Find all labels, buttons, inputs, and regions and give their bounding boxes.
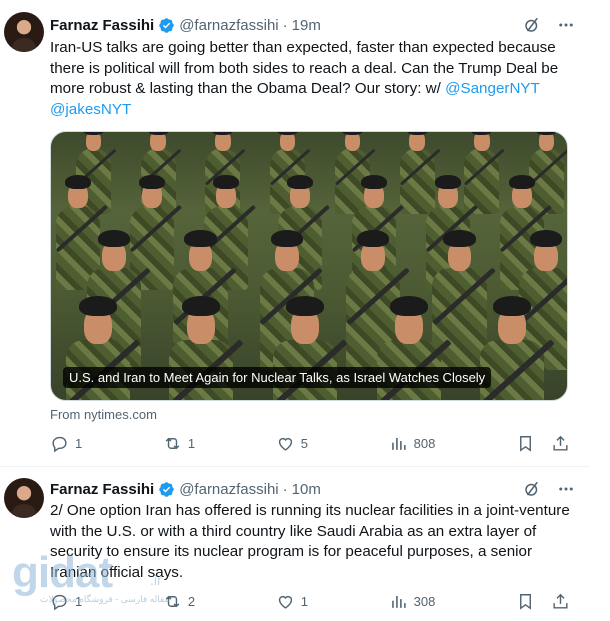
- action-bar: 1 1 5 808: [50, 434, 570, 453]
- action-bar-right: [516, 434, 570, 453]
- like-button[interactable]: 1: [276, 592, 308, 611]
- separator-dot: ·: [282, 480, 288, 498]
- tweet-1[interactable]: Farnaz Fassihi @farnazfassihi · 19m Iran…: [0, 0, 590, 460]
- soldier-beret: [212, 174, 240, 189]
- tweet-2[interactable]: Farnaz Fassihi @farnazfassihi · 10m 2/ O…: [0, 466, 590, 621]
- bookmark-button[interactable]: [516, 592, 535, 611]
- views-icon: [391, 437, 406, 450]
- verified-badge-icon: [159, 481, 174, 497]
- grok-icon[interactable]: [522, 15, 542, 35]
- author-handle[interactable]: @farnazfassihi: [179, 17, 278, 34]
- reply-icon: [52, 436, 67, 453]
- timestamp[interactable]: 10m: [292, 481, 321, 498]
- views-count: 308: [413, 594, 436, 609]
- verified-badge-icon: [159, 17, 174, 33]
- soldier-beret: [138, 174, 166, 189]
- soldier-beret: [286, 296, 324, 316]
- link-card-image[interactable]: U.S. and Iran to Meet Again for Nuclear …: [50, 131, 568, 401]
- separator-dot: ·: [282, 16, 288, 34]
- action-bar: 1 2 1 308: [50, 592, 570, 611]
- bookmark-icon: [520, 594, 531, 610]
- tweet-top-icons: [522, 479, 576, 499]
- retweet-count: 1: [187, 436, 196, 451]
- author-name[interactable]: Farnaz Fassihi: [50, 481, 154, 498]
- author-name[interactable]: Farnaz Fassihi: [50, 17, 154, 34]
- views-button[interactable]: 808: [389, 434, 436, 453]
- avatar[interactable]: [4, 478, 44, 518]
- reply-icon: [52, 594, 67, 611]
- views-count: 808: [413, 436, 436, 451]
- retweet-icon: [165, 595, 180, 608]
- grok-icon[interactable]: [522, 479, 542, 499]
- soldier-beret: [270, 230, 303, 248]
- retweet-button[interactable]: 2: [163, 592, 195, 611]
- tweet-header: Farnaz Fassihi @farnazfassihi · 10m: [50, 479, 321, 499]
- like-count: 5: [300, 436, 308, 451]
- timestamp[interactable]: 19m: [292, 17, 321, 34]
- soldier-beret: [78, 296, 117, 316]
- retweet-count: 2: [187, 594, 196, 609]
- soldier-beret: [434, 174, 462, 189]
- share-icon: [553, 435, 568, 451]
- reply-count: 1: [75, 594, 83, 609]
- soldier-beret: [529, 230, 562, 248]
- share-button[interactable]: [551, 592, 570, 611]
- reply-button[interactable]: 1: [50, 434, 82, 453]
- views-button[interactable]: 308: [389, 592, 436, 611]
- like-count: 1: [300, 594, 308, 609]
- link-card-title[interactable]: U.S. and Iran to Meet Again for Nuclear …: [63, 367, 492, 388]
- reply-count: 1: [75, 436, 83, 451]
- soldier-beret: [443, 230, 476, 248]
- soldier-beret: [64, 174, 92, 189]
- share-icon: [553, 593, 568, 609]
- mention-link[interactable]: @jakesNYT: [50, 101, 131, 118]
- soldier-beret: [184, 230, 217, 248]
- mention-link[interactable]: @SangerNYT: [445, 80, 540, 97]
- bookmark-button[interactable]: [516, 434, 535, 453]
- bookmark-icon: [520, 436, 531, 452]
- soldier-beret: [182, 296, 221, 316]
- share-button[interactable]: [551, 434, 570, 453]
- views-icon: [391, 595, 406, 608]
- avatar[interactable]: [4, 12, 44, 52]
- soldier-beret: [286, 174, 314, 189]
- soldier-beret: [357, 230, 390, 248]
- tweet-header: Farnaz Fassihi @farnazfassihi · 19m: [50, 15, 321, 35]
- like-icon: [278, 437, 292, 451]
- soldier-beret: [389, 296, 428, 316]
- retweet-button[interactable]: 1: [163, 434, 195, 453]
- tweet-text: Iran-US talks are going better than expe…: [50, 38, 580, 120]
- retweet-icon: [165, 437, 180, 450]
- like-icon: [278, 595, 292, 609]
- tweet-text: 2/ One option Iran has offered is runnin…: [50, 502, 570, 581]
- soldier-beret: [98, 230, 131, 248]
- more-icon[interactable]: [556, 15, 576, 35]
- soldier-beret: [508, 174, 536, 189]
- action-bar-right: [516, 592, 570, 611]
- tweet-top-icons: [522, 15, 576, 35]
- soldier-beret: [360, 174, 388, 189]
- link-source[interactable]: From nytimes.com: [50, 407, 157, 422]
- author-handle[interactable]: @farnazfassihi: [179, 481, 278, 498]
- more-icon[interactable]: [556, 479, 576, 499]
- like-button[interactable]: 5: [276, 434, 308, 453]
- reply-button[interactable]: 1: [50, 592, 82, 611]
- soldier-beret: [493, 296, 532, 316]
